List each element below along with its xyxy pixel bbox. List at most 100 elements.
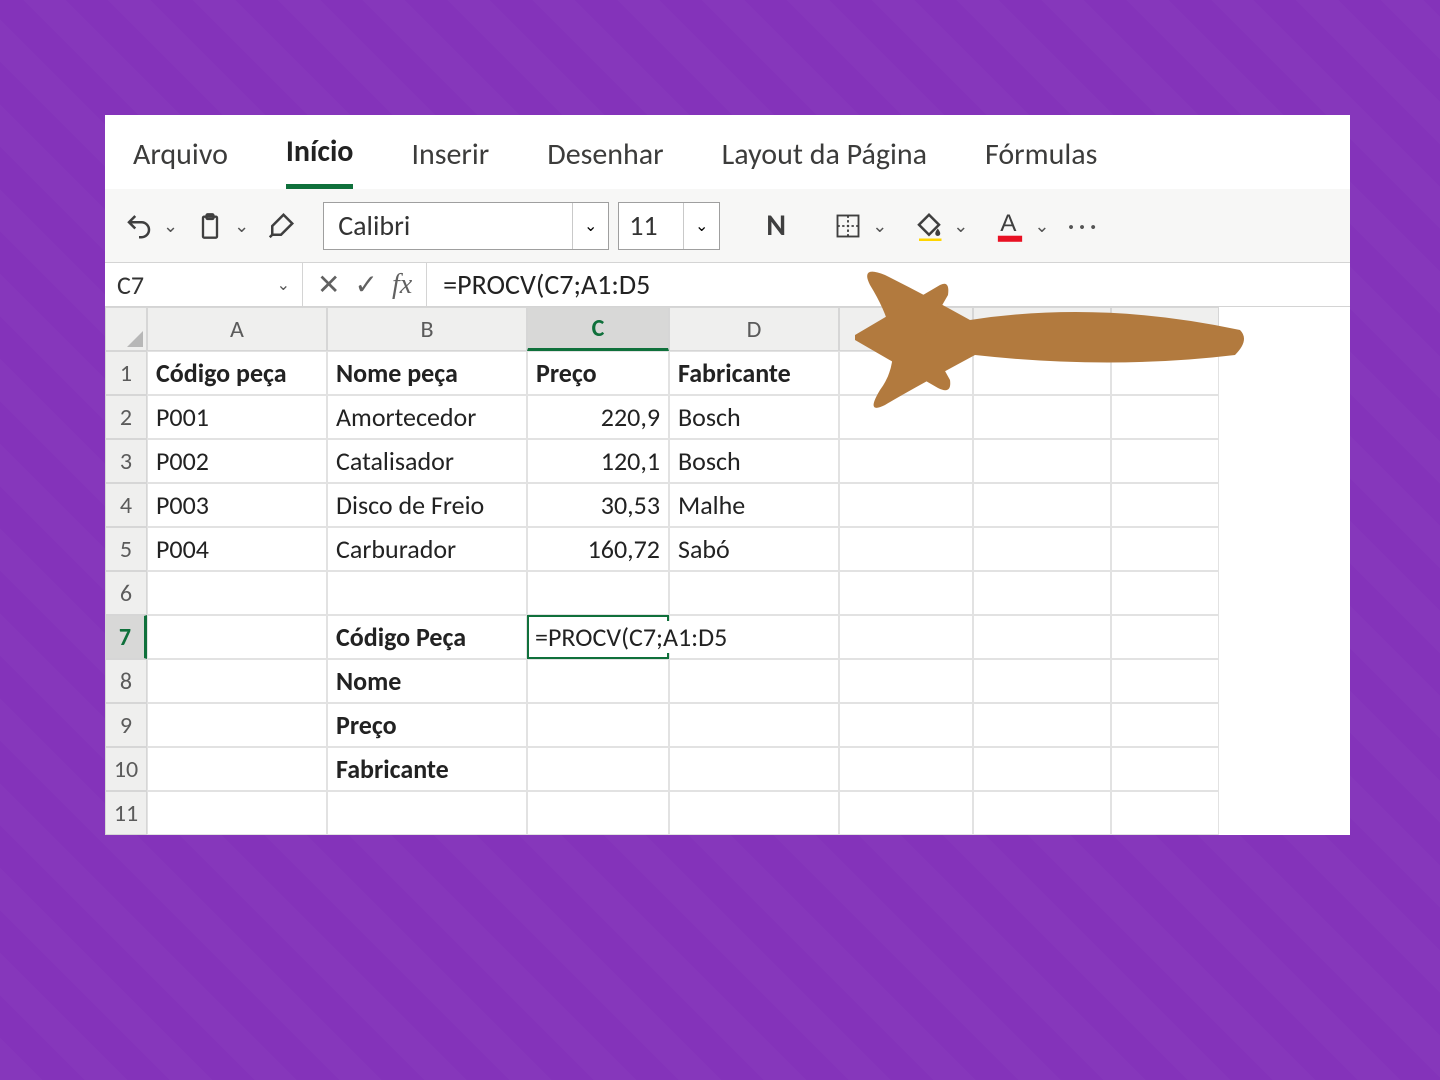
cell-f7[interactable] <box>973 615 1111 659</box>
col-header-d[interactable]: D <box>669 307 839 351</box>
cell-d5[interactable]: Sabó <box>669 527 839 571</box>
cell-b8[interactable]: Nome <box>327 659 527 703</box>
cell-b6[interactable] <box>327 571 527 615</box>
cell-d4[interactable]: Malhe <box>669 483 839 527</box>
cell-g11[interactable] <box>1111 791 1219 835</box>
borders-caret-icon[interactable]: ⌄ <box>872 215 887 237</box>
cell-d1[interactable]: Fabricante <box>669 351 839 395</box>
font-color-button[interactable]: A <box>988 204 1032 248</box>
cell-b10[interactable]: Fabricante <box>327 747 527 791</box>
borders-button[interactable] <box>826 204 870 248</box>
cell-e8[interactable] <box>839 659 973 703</box>
font-size-caret-icon[interactable]: ⌄ <box>683 203 719 249</box>
paste-caret-icon[interactable]: ⌄ <box>234 215 249 237</box>
cell-f6[interactable] <box>973 571 1111 615</box>
undo-caret-icon[interactable]: ⌄ <box>163 215 178 237</box>
row-header-11[interactable]: 11 <box>105 791 147 835</box>
cell-e5[interactable] <box>839 527 973 571</box>
cell-b4[interactable]: Disco de Freio <box>327 483 527 527</box>
cell-g6[interactable] <box>1111 571 1219 615</box>
cell-a11[interactable] <box>147 791 327 835</box>
cell-a8[interactable] <box>147 659 327 703</box>
confirm-button[interactable]: ✓ <box>354 267 377 302</box>
name-box-caret-icon[interactable]: ⌄ <box>277 275 290 295</box>
ribbon-tab-arquivo[interactable]: Arquivo <box>133 130 228 187</box>
cell-c1[interactable]: Preço <box>527 351 669 395</box>
cell-e6[interactable] <box>839 571 973 615</box>
cell-b1[interactable]: Nome peça <box>327 351 527 395</box>
cell-d10[interactable] <box>669 747 839 791</box>
font-size-selector[interactable]: 11 ⌄ <box>618 202 720 250</box>
cell-c3[interactable]: 120,1 <box>527 439 669 483</box>
row-header-7[interactable]: 7 <box>105 615 147 659</box>
cell-c10[interactable] <box>527 747 669 791</box>
cell-b11[interactable] <box>327 791 527 835</box>
col-header-f[interactable]: F <box>973 307 1111 351</box>
row-header-9[interactable]: 9 <box>105 703 147 747</box>
select-all-corner[interactable] <box>105 307 147 351</box>
cell-d11[interactable] <box>669 791 839 835</box>
ribbon-tab-inicio[interactable]: Início <box>286 127 354 189</box>
col-header-b[interactable]: B <box>327 307 527 351</box>
cell-c11[interactable] <box>527 791 669 835</box>
cell-c6[interactable] <box>527 571 669 615</box>
cancel-button[interactable]: ✕ <box>317 267 340 302</box>
cell-f1[interactable] <box>973 351 1111 395</box>
col-header-g[interactable]: G <box>1111 307 1219 351</box>
cell-b9[interactable]: Preço <box>327 703 527 747</box>
row-header-4[interactable]: 4 <box>105 483 147 527</box>
cell-g5[interactable] <box>1111 527 1219 571</box>
cell-b7[interactable]: Código Peça <box>327 615 527 659</box>
ribbon-tab-inserir[interactable]: Inserir <box>411 130 489 187</box>
ribbon-tab-layout[interactable]: Layout da Página <box>722 130 927 187</box>
cell-d6[interactable] <box>669 571 839 615</box>
font-name-caret-icon[interactable]: ⌄ <box>572 203 608 249</box>
cell-f5[interactable] <box>973 527 1111 571</box>
cell-g10[interactable] <box>1111 747 1219 791</box>
fill-color-button[interactable] <box>907 204 951 248</box>
row-header-8[interactable]: 8 <box>105 659 147 703</box>
cell-a5[interactable]: P004 <box>147 527 327 571</box>
cell-g3[interactable] <box>1111 439 1219 483</box>
spreadsheet-grid[interactable]: A B C D E F G 1 Código peça Nome peça Pr… <box>105 307 1350 835</box>
cell-g1[interactable] <box>1111 351 1219 395</box>
row-header-6[interactable]: 6 <box>105 571 147 615</box>
cell-e1[interactable] <box>839 351 973 395</box>
cell-e7[interactable] <box>839 615 973 659</box>
cell-a9[interactable] <box>147 703 327 747</box>
font-color-caret-icon[interactable]: ⌄ <box>1034 215 1049 237</box>
cell-d8[interactable] <box>669 659 839 703</box>
cell-c9[interactable] <box>527 703 669 747</box>
cell-c4[interactable]: 30,53 <box>527 483 669 527</box>
cell-a6[interactable] <box>147 571 327 615</box>
cell-f2[interactable] <box>973 395 1111 439</box>
col-header-c[interactable]: C <box>527 307 669 351</box>
cell-g2[interactable] <box>1111 395 1219 439</box>
cell-d3[interactable]: Bosch <box>669 439 839 483</box>
row-header-10[interactable]: 10 <box>105 747 147 791</box>
undo-button[interactable] <box>117 204 161 248</box>
cell-e2[interactable] <box>839 395 973 439</box>
cell-f10[interactable] <box>973 747 1111 791</box>
formula-input[interactable]: =PROCV(C7;A1:D5 <box>427 263 1350 306</box>
cell-f3[interactable] <box>973 439 1111 483</box>
cell-b2[interactable]: Amortecedor <box>327 395 527 439</box>
cell-f8[interactable] <box>973 659 1111 703</box>
cell-c8[interactable] <box>527 659 669 703</box>
cell-d2[interactable]: Bosch <box>669 395 839 439</box>
cell-a1[interactable]: Código peça <box>147 351 327 395</box>
cell-e11[interactable] <box>839 791 973 835</box>
format-painter-button[interactable] <box>259 204 303 248</box>
row-header-1[interactable]: 1 <box>105 351 147 395</box>
cell-e3[interactable] <box>839 439 973 483</box>
cell-c2[interactable]: 220,9 <box>527 395 669 439</box>
more-options-icon[interactable]: ··· <box>1067 208 1100 243</box>
cell-a4[interactable]: P003 <box>147 483 327 527</box>
cell-g8[interactable] <box>1111 659 1219 703</box>
font-name-selector[interactable]: Calibri ⌄ <box>323 202 609 250</box>
fx-icon[interactable]: fx <box>392 269 412 301</box>
ribbon-tab-formulas[interactable]: Fórmulas <box>985 130 1097 187</box>
cell-e4[interactable] <box>839 483 973 527</box>
paste-button[interactable] <box>188 204 232 248</box>
cell-g9[interactable] <box>1111 703 1219 747</box>
